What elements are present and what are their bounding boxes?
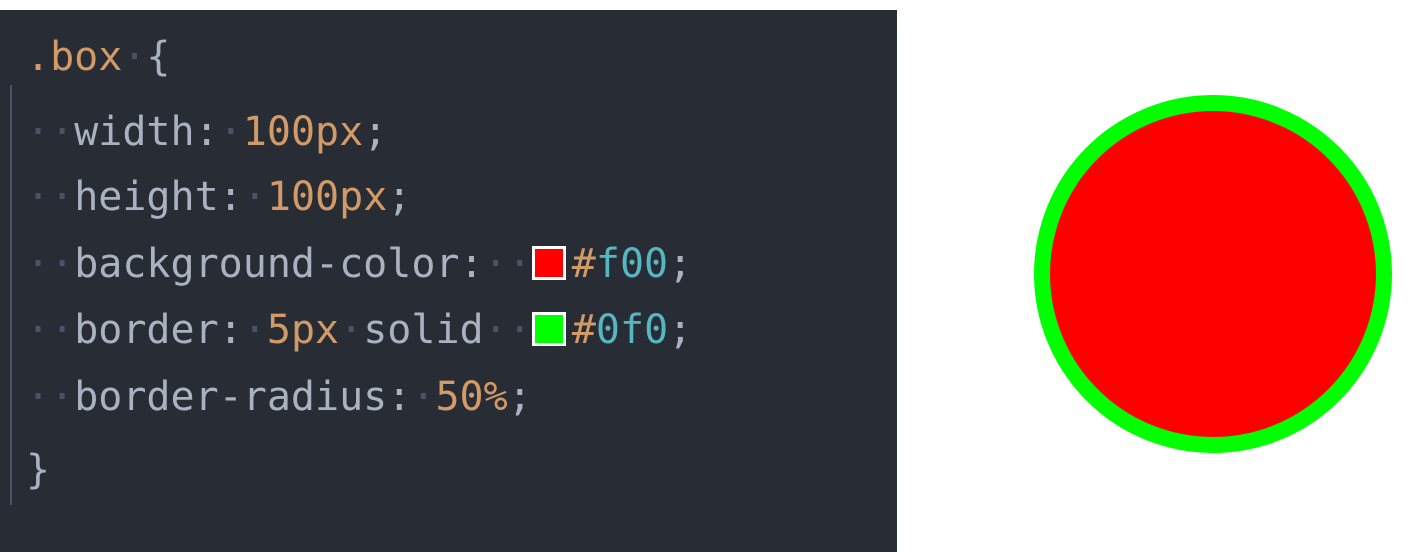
whitespace-marker: · — [507, 241, 532, 287]
color-swatch-red[interactable] — [531, 246, 566, 280]
whitespace-marker: · — [26, 307, 51, 353]
whitespace-marker: · — [411, 374, 436, 420]
property-name: height: — [74, 174, 243, 220]
whitespace-marker: · — [50, 307, 75, 353]
hex-hash: # — [571, 307, 596, 353]
color-swatch-green[interactable] — [531, 312, 566, 346]
whitespace-marker: · — [339, 307, 364, 353]
semicolon: ; — [507, 374, 532, 420]
whitespace-marker: · — [50, 109, 75, 155]
whitespace-marker: · — [26, 374, 51, 420]
semicolon: ; — [363, 109, 388, 155]
whitespace-marker: · — [242, 174, 267, 220]
semicolon: ; — [668, 241, 693, 287]
hex-hash: # — [571, 241, 596, 287]
whitespace-marker: · — [50, 174, 75, 220]
whitespace-marker: · — [242, 307, 267, 353]
code-line-border-radius: ··border-radius:·50%; — [26, 367, 532, 427]
code-line-selector: .box·{ — [26, 27, 171, 87]
open-brace: { — [146, 34, 171, 80]
whitespace-marker: · — [50, 241, 75, 287]
close-brace: } — [26, 447, 51, 493]
code-editor-panel[interactable]: .box·{ ··width:·100px; ··height:·100px; … — [0, 10, 897, 552]
whitespace-marker: · — [122, 34, 147, 80]
whitespace-marker: · — [218, 109, 243, 155]
code-line-close: } — [26, 440, 50, 500]
whitespace-marker: · — [26, 109, 51, 155]
css-selector: .box — [26, 34, 123, 80]
property-name: width: — [74, 109, 219, 155]
code-line-background-color: ··background-color:·· #f00; — [26, 234, 692, 294]
property-value: 100px — [266, 174, 388, 220]
whitespace-marker: · — [26, 241, 51, 287]
property-value: 50% — [435, 374, 508, 420]
property-name: border-radius: — [74, 374, 412, 420]
whitespace-marker: · — [507, 307, 532, 353]
property-name: border: — [74, 307, 243, 353]
semicolon: ; — [387, 174, 412, 220]
border-style-keyword: solid — [363, 307, 484, 353]
property-value: 100px — [242, 109, 364, 155]
hex-value: 0f0 — [595, 307, 669, 353]
whitespace-marker: · — [483, 241, 508, 287]
whitespace-marker: · — [50, 374, 75, 420]
indent-guide — [10, 85, 12, 505]
preview-circle — [1034, 95, 1392, 453]
code-line-border: ··border:·5px·solid·· #0f0; — [26, 300, 692, 360]
code-line-width: ··width:·100px; — [26, 102, 387, 162]
property-name: background-color: — [74, 241, 484, 287]
whitespace-marker: · — [483, 307, 508, 353]
code-line-height: ··height:·100px; — [26, 167, 411, 227]
property-value: 5px — [266, 307, 340, 353]
whitespace-marker: · — [26, 174, 51, 220]
hex-value: f00 — [595, 241, 669, 287]
semicolon: ; — [668, 307, 693, 353]
